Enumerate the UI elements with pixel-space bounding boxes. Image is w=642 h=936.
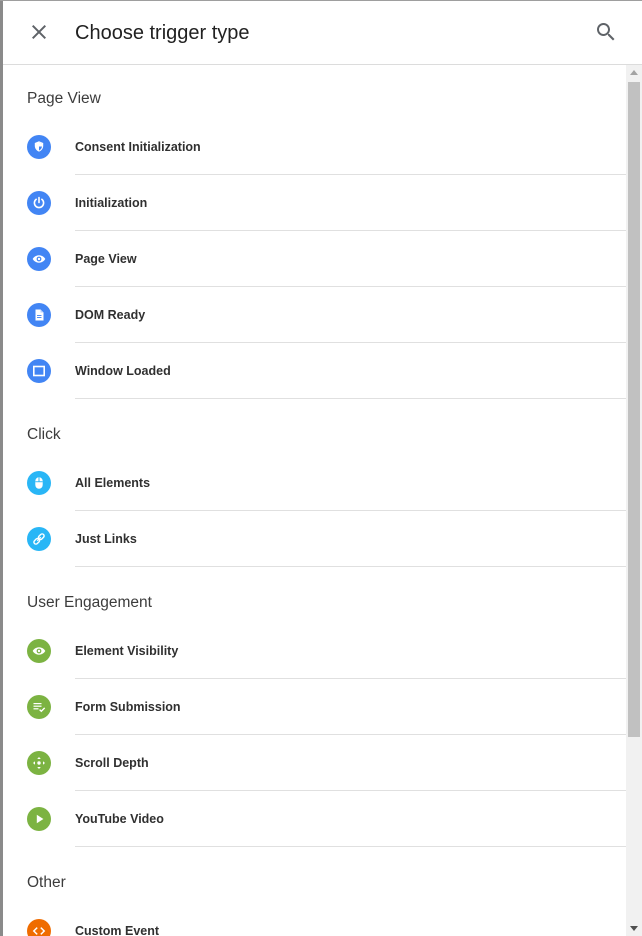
scroll-down-arrow-icon[interactable] — [630, 926, 638, 931]
close-icon — [32, 25, 46, 39]
trigger-item-label: All Elements — [75, 476, 151, 490]
trigger-item-label: Page View — [75, 252, 137, 266]
trigger-item-form-submission[interactable]: Form Submission — [3, 679, 626, 735]
trigger-item-label: DOM Ready — [75, 308, 146, 322]
trigger-item-label: Consent Initialization — [75, 140, 201, 154]
trigger-item-label: Just Links — [75, 532, 137, 546]
section-title-page-view: Page View — [27, 90, 101, 107]
document-icon — [27, 303, 51, 327]
panel-header: Choose trigger type — [3, 1, 642, 65]
trigger-item-just-links[interactable]: Just Links — [3, 511, 626, 567]
trigger-item-consent-initialization[interactable]: Consent Initialization — [3, 119, 626, 175]
form-check-icon — [27, 695, 51, 719]
trigger-item-label: Initialization — [75, 196, 148, 210]
trigger-item-youtube-video[interactable]: YouTube Video — [3, 791, 626, 847]
mouse-icon — [27, 471, 51, 495]
code-icon — [27, 919, 51, 936]
divider — [75, 566, 626, 567]
trigger-item-label: Element Visibility — [75, 644, 179, 658]
shield-icon — [27, 135, 51, 159]
eye-icon — [27, 639, 51, 663]
window-icon — [27, 359, 51, 383]
search-button[interactable] — [594, 20, 618, 44]
trigger-item-initialization[interactable]: Initialization — [3, 175, 626, 231]
page-title: Choose trigger type — [75, 22, 250, 44]
trigger-item-custom-event[interactable]: Custom Event — [3, 903, 626, 936]
link-icon — [27, 527, 51, 551]
trigger-item-page-view[interactable]: Page View — [3, 231, 626, 287]
trigger-item-scroll-depth[interactable]: Scroll Depth — [3, 735, 626, 791]
divider — [75, 846, 626, 847]
divider — [75, 398, 626, 399]
move-arrows-icon — [27, 751, 51, 775]
trigger-item-label: Custom Event — [75, 924, 160, 936]
scrollbar[interactable] — [626, 65, 642, 936]
trigger-item-label: Window Loaded — [75, 364, 171, 378]
trigger-item-label: Scroll Depth — [75, 756, 149, 770]
scrollbar-thumb[interactable] — [628, 82, 640, 737]
trigger-item-dom-ready[interactable]: DOM Ready — [3, 287, 626, 343]
trigger-item-all-elements[interactable]: All Elements — [3, 455, 626, 511]
close-button[interactable] — [27, 20, 51, 44]
section-title-click: Click — [27, 426, 61, 443]
trigger-item-label: Form Submission — [75, 700, 181, 714]
trigger-item-window-loaded[interactable]: Window Loaded — [3, 343, 626, 399]
trigger-type-list: Page View Consent Initialization Initial… — [3, 65, 626, 936]
trigger-item-element-visibility[interactable]: Element Visibility — [3, 623, 626, 679]
power-icon — [27, 191, 51, 215]
play-icon — [27, 807, 51, 831]
section-title-other: Other — [27, 874, 66, 891]
section-title-user-engagement: User Engagement — [27, 594, 152, 611]
trigger-item-label: YouTube Video — [75, 812, 164, 826]
eye-icon — [27, 247, 51, 271]
search-icon — [597, 23, 615, 41]
scroll-up-arrow-icon[interactable] — [630, 70, 638, 75]
